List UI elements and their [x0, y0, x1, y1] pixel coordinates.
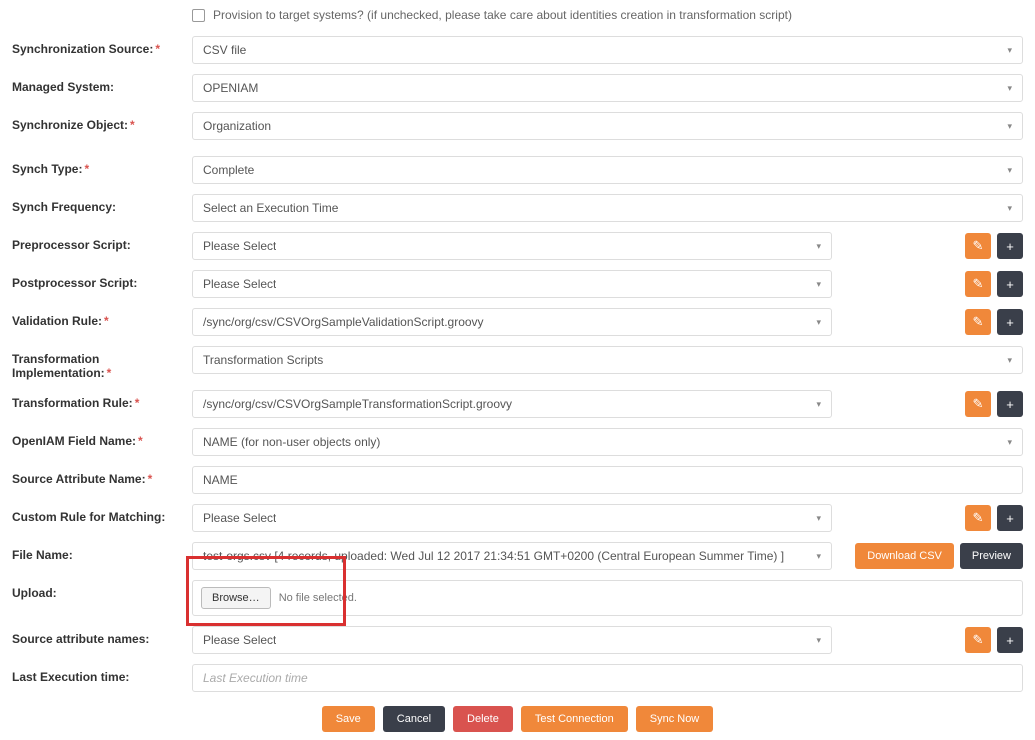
- no-file-text: No file selected.: [279, 592, 357, 604]
- select-value: CSV file: [203, 43, 246, 57]
- pencil-icon: ✎: [973, 510, 984, 526]
- file-name-label: File Name:: [12, 548, 73, 562]
- select-value: /sync/org/csv/CSVOrgSampleTransformation…: [203, 397, 512, 411]
- cancel-button[interactable]: Cancel: [383, 706, 445, 732]
- sync-source-select[interactable]: CSV file ▾: [192, 36, 1023, 64]
- chevron-down-icon: ▾: [1007, 45, 1012, 56]
- synch-freq-label: Synch Frequency:: [12, 200, 116, 214]
- plus-icon: +: [1006, 511, 1014, 526]
- transform-rule-edit-button[interactable]: ✎: [965, 391, 991, 417]
- postprocessor-edit-button[interactable]: ✎: [965, 271, 991, 297]
- select-value: Please Select: [203, 239, 276, 253]
- custom-rule-select[interactable]: Please Select ▾: [192, 504, 832, 532]
- postprocessor-add-button[interactable]: +: [997, 271, 1023, 297]
- plus-icon: +: [1006, 633, 1014, 648]
- save-button[interactable]: Save: [322, 706, 375, 732]
- input-value: NAME: [203, 473, 238, 487]
- browse-button[interactable]: Browse…: [201, 587, 271, 609]
- pencil-icon: ✎: [973, 632, 984, 648]
- transform-rule-label: Transformation Rule:: [12, 396, 139, 410]
- custom-rule-edit-button[interactable]: ✎: [965, 505, 991, 531]
- preprocessor-select[interactable]: Please Select ▾: [192, 232, 832, 260]
- chevron-down-icon: ▾: [816, 635, 821, 646]
- select-value: NAME (for non-user objects only): [203, 435, 380, 449]
- test-connection-button[interactable]: Test Connection: [521, 706, 628, 732]
- preprocessor-add-button[interactable]: +: [997, 233, 1023, 259]
- openiam-field-label: OpenIAM Field Name:: [12, 434, 143, 448]
- provision-label: Provision to target systems? (if uncheck…: [213, 8, 792, 22]
- custom-rule-label: Custom Rule for Matching:: [12, 510, 165, 524]
- validation-select[interactable]: /sync/org/csv/CSVOrgSampleValidationScri…: [192, 308, 832, 336]
- chevron-down-icon: ▾: [1007, 203, 1012, 214]
- select-value: Select an Execution Time: [203, 201, 338, 215]
- openiam-field-select[interactable]: NAME (for non-user objects only) ▾: [192, 428, 1023, 456]
- input-placeholder: Last Execution time: [203, 671, 308, 685]
- postprocessor-select[interactable]: Please Select ▾: [192, 270, 832, 298]
- custom-rule-add-button[interactable]: +: [997, 505, 1023, 531]
- select-value: Transformation Scripts: [203, 353, 323, 367]
- synch-type-label: Synch Type:: [12, 162, 89, 176]
- source-attr-input[interactable]: NAME: [192, 466, 1023, 494]
- chevron-down-icon: ▾: [1007, 165, 1012, 176]
- chevron-down-icon: ▾: [1007, 437, 1012, 448]
- pencil-icon: ✎: [973, 276, 984, 292]
- chevron-down-icon: ▾: [816, 241, 821, 252]
- managed-system-label: Managed System:: [12, 80, 114, 94]
- select-value: /sync/org/csv/CSVOrgSampleValidationScri…: [203, 315, 484, 329]
- transform-impl-label: Transformation Implementation:: [12, 352, 111, 380]
- plus-icon: +: [1006, 315, 1014, 330]
- download-csv-button[interactable]: Download CSV: [855, 543, 954, 569]
- preview-button[interactable]: Preview: [960, 543, 1023, 569]
- select-value: Please Select: [203, 633, 276, 647]
- last-exec-input[interactable]: Last Execution time: [192, 664, 1023, 692]
- validation-edit-button[interactable]: ✎: [965, 309, 991, 335]
- last-exec-label: Last Execution time:: [12, 670, 129, 684]
- select-value: OPENIAM: [203, 81, 258, 95]
- select-value: test-orgs.csv [4 records, uploaded: Wed …: [203, 549, 784, 563]
- transform-rule-add-button[interactable]: +: [997, 391, 1023, 417]
- sync-now-button[interactable]: Sync Now: [636, 706, 714, 732]
- source-attr-label: Source Attribute Name:: [12, 472, 152, 486]
- chevron-down-icon: ▾: [1007, 355, 1012, 366]
- pencil-icon: ✎: [973, 238, 984, 254]
- managed-system-select[interactable]: OPENIAM ▾: [192, 74, 1023, 102]
- sync-object-label: Synchronize Object:: [12, 118, 135, 132]
- chevron-down-icon: ▾: [816, 317, 821, 328]
- synch-freq-select[interactable]: Select an Execution Time ▾: [192, 194, 1023, 222]
- chevron-down-icon: ▾: [816, 513, 821, 524]
- plus-icon: +: [1006, 397, 1014, 412]
- source-attr-names-edit-button[interactable]: ✎: [965, 627, 991, 653]
- chevron-down-icon: ▾: [1007, 83, 1012, 94]
- upload-label: Upload:: [12, 586, 57, 600]
- sync-source-label: Synchronization Source:: [12, 42, 160, 56]
- provision-checkbox[interactable]: [192, 9, 205, 22]
- preprocessor-edit-button[interactable]: ✎: [965, 233, 991, 259]
- sync-object-select[interactable]: Organization ▾: [192, 112, 1023, 140]
- chevron-down-icon: ▾: [816, 399, 821, 410]
- file-name-select[interactable]: test-orgs.csv [4 records, uploaded: Wed …: [192, 542, 832, 570]
- validation-add-button[interactable]: +: [997, 309, 1023, 335]
- chevron-down-icon: ▾: [816, 279, 821, 290]
- select-value: Complete: [203, 163, 254, 177]
- chevron-down-icon: ▾: [816, 551, 821, 562]
- preprocessor-label: Preprocessor Script:: [12, 238, 131, 252]
- pencil-icon: ✎: [973, 314, 984, 330]
- select-value: Please Select: [203, 277, 276, 291]
- source-attr-names-add-button[interactable]: +: [997, 627, 1023, 653]
- chevron-down-icon: ▾: [1007, 121, 1012, 132]
- postprocessor-label: Postprocessor Script:: [12, 276, 137, 290]
- delete-button[interactable]: Delete: [453, 706, 513, 732]
- plus-icon: +: [1006, 239, 1014, 254]
- transform-impl-select[interactable]: Transformation Scripts ▾: [192, 346, 1023, 374]
- synch-type-select[interactable]: Complete ▾: [192, 156, 1023, 184]
- plus-icon: +: [1006, 277, 1014, 292]
- upload-box: Browse… No file selected.: [192, 580, 1023, 616]
- transform-rule-select[interactable]: /sync/org/csv/CSVOrgSampleTransformation…: [192, 390, 832, 418]
- validation-label: Validation Rule:: [12, 314, 109, 328]
- select-value: Organization: [203, 119, 271, 133]
- source-attr-names-label: Source attribute names:: [12, 632, 149, 646]
- pencil-icon: ✎: [973, 396, 984, 412]
- select-value: Please Select: [203, 511, 276, 525]
- source-attr-names-select[interactable]: Please Select ▾: [192, 626, 832, 654]
